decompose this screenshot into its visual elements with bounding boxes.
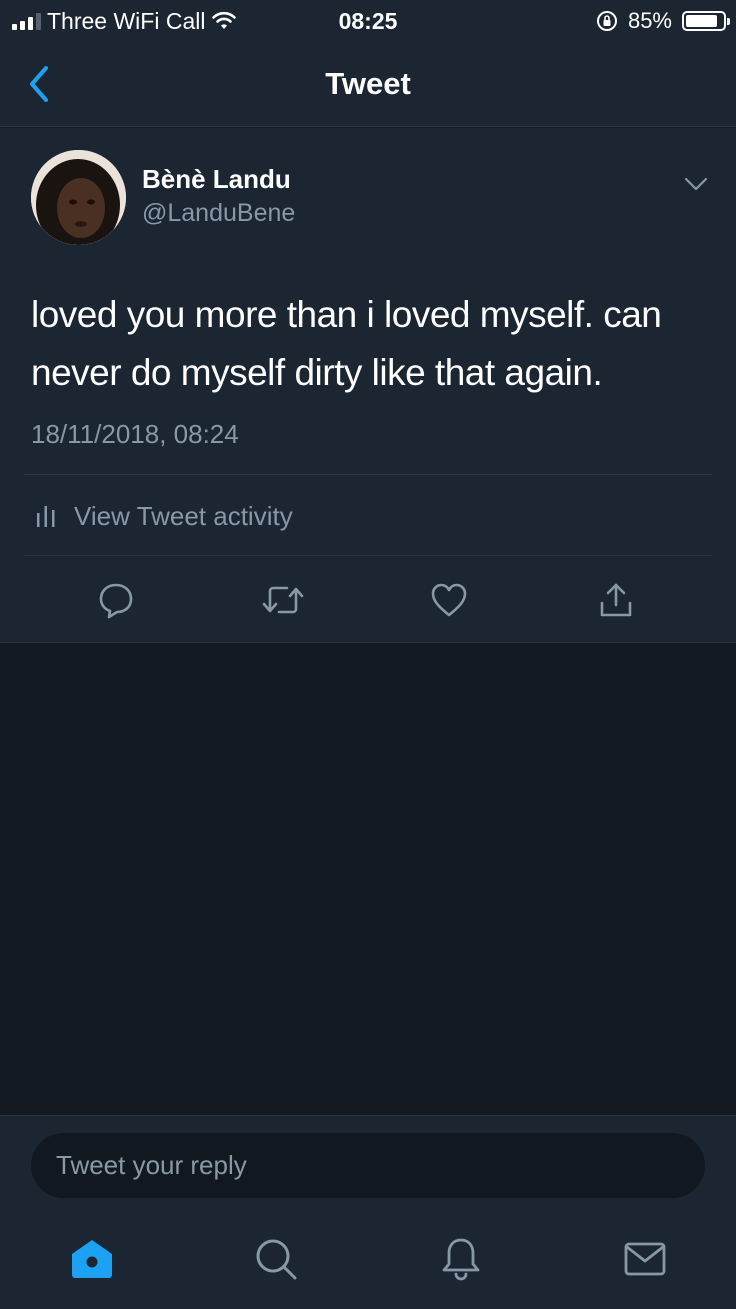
author-name[interactable]: Bènè Landu [142,163,291,195]
tweet-timestamp: 18/11/2018, 08:24 [31,419,239,449]
chevron-down-icon [684,177,708,191]
retweet-icon [262,586,304,614]
battery-level-fill [686,15,717,27]
more-options-button[interactable] [682,170,710,198]
share-icon [600,583,632,617]
avatar-image [31,150,126,245]
battery-percent: 85% [627,8,672,33]
tweet-text: loved you more than i loved myself. can … [31,294,662,393]
reply-bar [0,1115,736,1309]
search-icon [256,1239,297,1280]
author-handle[interactable]: @LanduBene [142,197,295,229]
like-icon [431,583,467,617]
status-bar: Three WiFi Call 08:25 85% [0,0,736,42]
status-right: 85% [596,6,730,36]
share-button[interactable] [591,575,641,625]
retweet-button[interactable] [258,575,308,625]
reply-icon [99,583,133,619]
avatar[interactable] [31,150,126,245]
reply-input[interactable] [31,1133,705,1198]
tab-home[interactable] [69,1236,115,1282]
battery-icon [682,11,730,31]
reply-button[interactable] [91,575,141,625]
tab-search[interactable] [253,1236,299,1282]
tab-messages[interactable] [622,1236,668,1282]
tweet-detail: Bènè Landu @LanduBene loved you more tha… [0,128,736,643]
messages-icon [624,1242,666,1276]
divider [24,555,712,556]
divider [24,474,712,475]
nav-bar: Tweet [0,42,736,127]
like-button[interactable] [424,575,474,625]
notifications-icon [442,1238,480,1281]
page-title: Tweet [325,66,411,101]
activity-label: View Tweet activity [74,500,293,531]
home-icon [72,1240,112,1278]
analytics-icon [37,506,55,527]
view-tweet-activity-button[interactable]: View Tweet activity [36,498,293,534]
rotation-lock-icon [596,11,617,31]
tweet-actions [0,575,736,625]
tab-notifications[interactable] [438,1236,484,1282]
